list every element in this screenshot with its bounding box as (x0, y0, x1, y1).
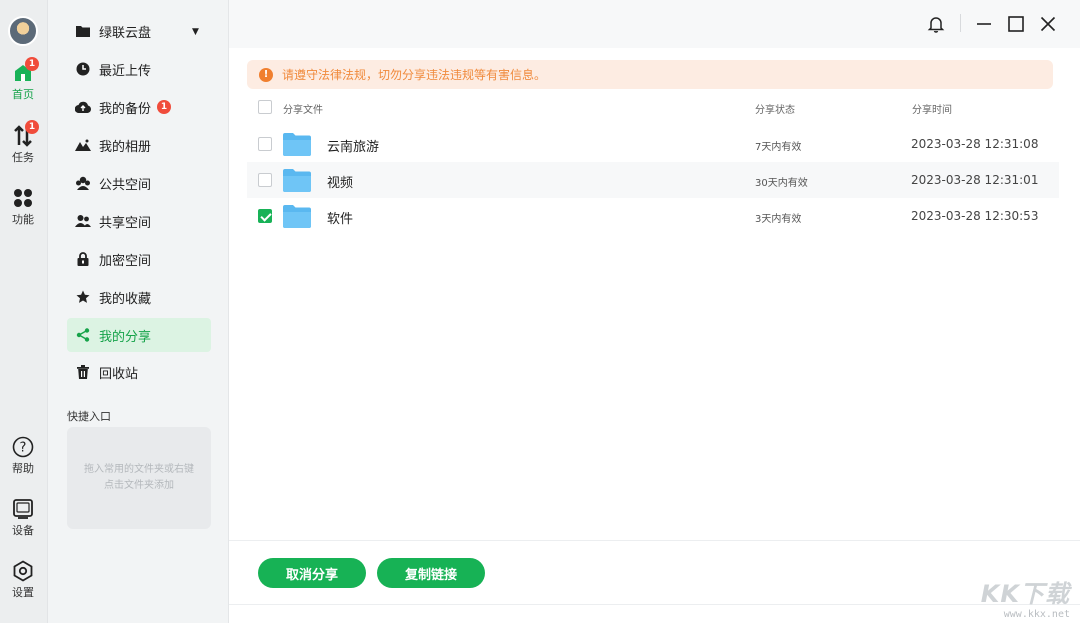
clock-icon (75, 61, 91, 77)
nav-item-label: 回收站 (99, 366, 139, 382)
table-row[interactable]: 视频 30天内有效 2023-03-28 12:31:01 (247, 162, 1059, 198)
share-time: 2023-03-28 12:31:08 (911, 137, 1039, 151)
folder-icon (75, 23, 91, 39)
nav-item-favorites[interactable]: 我的收藏 (67, 280, 211, 314)
mountain-icon (75, 137, 91, 153)
nav-item-my-share[interactable]: 我的分享 (67, 318, 211, 352)
svg-text:?: ? (20, 441, 27, 456)
file-name[interactable]: 视频 (327, 172, 353, 191)
footer-divider (229, 604, 1080, 605)
nav-item-shared[interactable]: 共享空间 (67, 204, 211, 238)
title-bar (229, 0, 1080, 48)
warning-icon: ! (259, 67, 273, 82)
nav-item-encrypted[interactable]: 加密空间 (67, 242, 211, 276)
row-checkbox-checked[interactable] (258, 209, 272, 223)
nav-item-label: 我的相册 (99, 139, 152, 155)
rail-settings[interactable]: 设置 (0, 560, 46, 600)
watermark: KK下载 www.kkx.net (981, 574, 1070, 620)
column-header-time: 分享时间 (912, 105, 952, 116)
row-checkbox[interactable] (258, 173, 272, 187)
nav-item-backup[interactable]: 我的备份 1 (67, 90, 211, 124)
action-footer: 取消分享 复制链接 (229, 540, 1080, 623)
lock-icon (75, 251, 91, 267)
maximize-icon[interactable] (1006, 14, 1026, 34)
column-header-status: 分享状态 (755, 105, 795, 116)
nav-item-album[interactable]: 我的相册 (67, 128, 211, 162)
share-time: 2023-03-28 12:31:01 (911, 173, 1039, 187)
watermark-url: www.kkx.net (1003, 609, 1070, 620)
legal-notice-banner: ! 请遵守法律法规，切勿分享违法违规等有害信息。 (247, 60, 1053, 89)
apps-grid-icon (14, 189, 32, 207)
trash-icon (75, 364, 91, 380)
minimize-icon[interactable] (974, 14, 994, 34)
nav-item-label: 加密空间 (99, 253, 152, 269)
rail-functions-label: 功能 (12, 213, 34, 226)
nav-item-label: 公共空间 (99, 177, 152, 193)
tasks-badge: 1 (25, 120, 39, 134)
nav-item-label: 最近上传 (99, 63, 152, 79)
share-status: 7天内有效 (755, 142, 802, 153)
table-row[interactable]: 云南旅游 7天内有效 2023-03-28 12:31:08 (247, 126, 1059, 162)
users-icon (75, 175, 91, 191)
folder-icon (283, 205, 311, 228)
close-icon[interactable] (1038, 14, 1058, 34)
table-header: 分享文件 分享状态 分享时间 (247, 96, 1059, 120)
folder-icon (283, 169, 311, 192)
rail-devices-label: 设备 (12, 524, 34, 537)
share-time: 2023-03-28 12:30:53 (911, 209, 1039, 223)
file-name[interactable]: 软件 (327, 208, 353, 227)
nav-item-label: 我的备份 (99, 101, 152, 117)
file-name[interactable]: 云南旅游 (327, 136, 379, 155)
rail-settings-label: 设置 (12, 586, 34, 599)
rail-tasks-label: 任务 (12, 151, 34, 164)
nav-panel: 绿联云盘 ▼ 最近上传 我的备份 1 我的相册 公共空间 共享空间 加密空间 我… (48, 0, 229, 623)
quick-access-title: 快捷入口 (67, 410, 111, 423)
quick-access-dropzone[interactable]: 拖入常用的文件夹或右键点击文件夹添加 (67, 427, 211, 529)
nav-item-label: 我的收藏 (99, 291, 152, 307)
rail-functions[interactable]: 功能 (0, 187, 46, 227)
quick-access-hint: 拖入常用的文件夹或右键点击文件夹添加 (84, 464, 194, 491)
row-checkbox[interactable] (258, 137, 272, 151)
bell-icon[interactable] (926, 14, 946, 34)
share-status: 30天内有效 (755, 178, 808, 189)
main-panel: ! 请遵守法律法规，切勿分享违法违规等有害信息。 分享文件 分享状态 分享时间 … (229, 0, 1080, 623)
rail-tasks[interactable]: 1 任务 (0, 120, 46, 165)
rail-home-label: 首页 (12, 88, 34, 101)
cloud-upload-icon (75, 99, 91, 115)
rail-help[interactable]: ? 帮助 (0, 436, 46, 476)
nav-item-public[interactable]: 公共空间 (67, 166, 211, 200)
rail-devices[interactable]: 设备 (0, 498, 46, 538)
device-icon (13, 499, 33, 519)
chevron-down-icon[interactable]: ▼ (192, 27, 199, 37)
home-badge: 1 (25, 57, 39, 71)
people-icon (75, 213, 91, 229)
table-row[interactable]: 软件 3天内有效 2023-03-28 12:30:53 (247, 198, 1059, 234)
nav-item-recent[interactable]: 最近上传 (67, 52, 211, 86)
help-icon: ? (12, 436, 34, 458)
rail-home[interactable]: 1 首页 (0, 57, 46, 102)
legal-notice-text: 请遵守法律法规，切勿分享违法违规等有害信息。 (282, 68, 547, 82)
title-bar-divider (960, 14, 961, 32)
backup-badge: 1 (157, 100, 172, 114)
settings-gear-icon (13, 560, 33, 582)
cancel-share-button[interactable]: 取消分享 (258, 558, 366, 588)
watermark-logo: KK下载 (980, 580, 1070, 608)
share-icon (75, 327, 91, 343)
folder-icon (283, 133, 311, 156)
avatar[interactable] (8, 16, 38, 46)
nav-item-label: 绿联云盘 (99, 25, 152, 41)
nav-item-label: 共享空间 (99, 215, 152, 231)
share-status: 3天内有效 (755, 214, 802, 225)
copy-link-button[interactable]: 复制链接 (377, 558, 485, 588)
column-header-file: 分享文件 (283, 105, 323, 116)
star-icon (75, 289, 91, 305)
nav-item-trash[interactable]: 回收站 (67, 355, 211, 389)
left-rail: 1 首页 1 任务 功能 ? 帮助 设备 设置 (0, 0, 48, 623)
nav-item-cloud[interactable]: 绿联云盘 (67, 14, 211, 48)
rail-help-label: 帮助 (12, 462, 34, 475)
nav-item-label: 我的分享 (99, 329, 152, 345)
select-all-checkbox[interactable] (258, 100, 272, 114)
